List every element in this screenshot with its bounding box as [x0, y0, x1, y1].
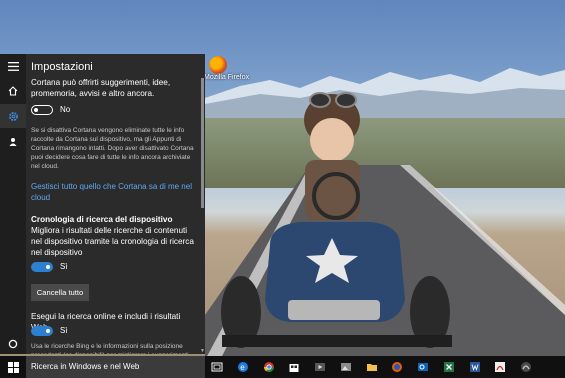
hamburger-icon — [7, 61, 19, 71]
settings-icon — [8, 111, 18, 121]
settings-button[interactable] — [0, 104, 26, 128]
panel-scrollbar[interactable]: ▼ — [200, 54, 205, 354]
start-button[interactable] — [0, 356, 26, 378]
device-history-heading: Cronologia di ricerca del dispositivo — [31, 215, 173, 224]
device-history-toggle[interactable] — [31, 262, 53, 272]
taskbar-explorer[interactable] — [364, 359, 380, 375]
device-history-text: Migliora i risultati delle ricerche di c… — [31, 226, 194, 257]
taskbar-excel[interactable] — [441, 359, 457, 375]
task-view-button[interactable] — [209, 359, 225, 375]
taskbar: Ricerca in Windows e nel Web e — [0, 356, 565, 378]
home-button[interactable] — [0, 79, 26, 103]
taskbar-chrome[interactable] — [261, 359, 277, 375]
scrollbar-thumb[interactable] — [201, 78, 204, 208]
taskbar-edge[interactable]: e — [235, 359, 251, 375]
photos-icon — [341, 363, 351, 371]
taskbar-search-box[interactable]: Ricerca in Windows e nel Web — [26, 356, 205, 378]
chrome-icon — [264, 362, 274, 372]
hamburger-menu-button[interactable] — [0, 54, 26, 78]
media-icon — [315, 363, 325, 371]
desktop-shortcut-label: Mozilla Firefox — [204, 74, 250, 81]
edge-icon: e — [238, 362, 248, 372]
windows-logo-icon — [7, 361, 19, 373]
taskbar-media[interactable] — [312, 359, 328, 375]
acrobat-icon — [495, 362, 505, 372]
taskbar-photos[interactable] — [338, 359, 354, 375]
store-icon — [289, 364, 299, 372]
firefox-icon — [209, 56, 227, 74]
cortana-toggle-label: No — [60, 105, 71, 114]
cortana-settings-panel: Impostazioni Cortana può offrirti sugger… — [26, 54, 205, 354]
feedback-button[interactable] — [0, 130, 26, 154]
web-search-note: Usa le ricerche Bing e le informazioni s… — [31, 343, 189, 354]
manage-cloud-link[interactable]: Gestisci tutto quello che Cortana sa di … — [31, 181, 199, 203]
feedback-icon — [9, 138, 17, 146]
cortana-nav-rail — [0, 54, 26, 354]
explorer-icon — [367, 364, 377, 371]
app-icon — [521, 362, 531, 372]
cortana-toggle[interactable] — [31, 105, 53, 115]
taskbar-acrobat[interactable] — [492, 359, 508, 375]
web-search-toggle[interactable] — [31, 326, 53, 336]
home-icon — [8, 86, 18, 96]
taskbar-firefox[interactable] — [389, 359, 405, 375]
taskbar-app[interactable] — [518, 359, 534, 375]
desktop-shortcut-firefox[interactable]: Mozilla Firefox — [204, 54, 250, 82]
web-search-toggle-label: Sì — [60, 326, 68, 335]
excel-icon — [444, 362, 454, 372]
cortana-button[interactable] — [0, 332, 26, 356]
task-view-icon — [211, 362, 223, 372]
svg-text:e: e — [240, 363, 245, 372]
panel-title: Impostazioni — [31, 61, 93, 73]
clear-all-button[interactable]: Cancella tutto — [31, 284, 89, 301]
taskbar-word[interactable] — [467, 359, 483, 375]
firefox-icon — [392, 362, 402, 372]
device-history-toggle-label: Sì — [60, 262, 68, 271]
cortana-circle-icon — [8, 339, 18, 349]
outlook-icon — [418, 363, 428, 371]
taskbar-outlook[interactable] — [415, 359, 431, 375]
scroll-down-arrow-icon[interactable]: ▼ — [200, 348, 205, 354]
taskbar-store[interactable] — [286, 359, 302, 375]
cortana-off-note: Se si disattiva Cortana vengono eliminat… — [31, 127, 194, 170]
word-icon — [470, 362, 480, 372]
cortana-intro-text: Cortana può offrirti suggerimenti, idee,… — [31, 78, 171, 98]
web-search-heading: Esegui la ricerca online e includi i ris… — [31, 312, 181, 332]
